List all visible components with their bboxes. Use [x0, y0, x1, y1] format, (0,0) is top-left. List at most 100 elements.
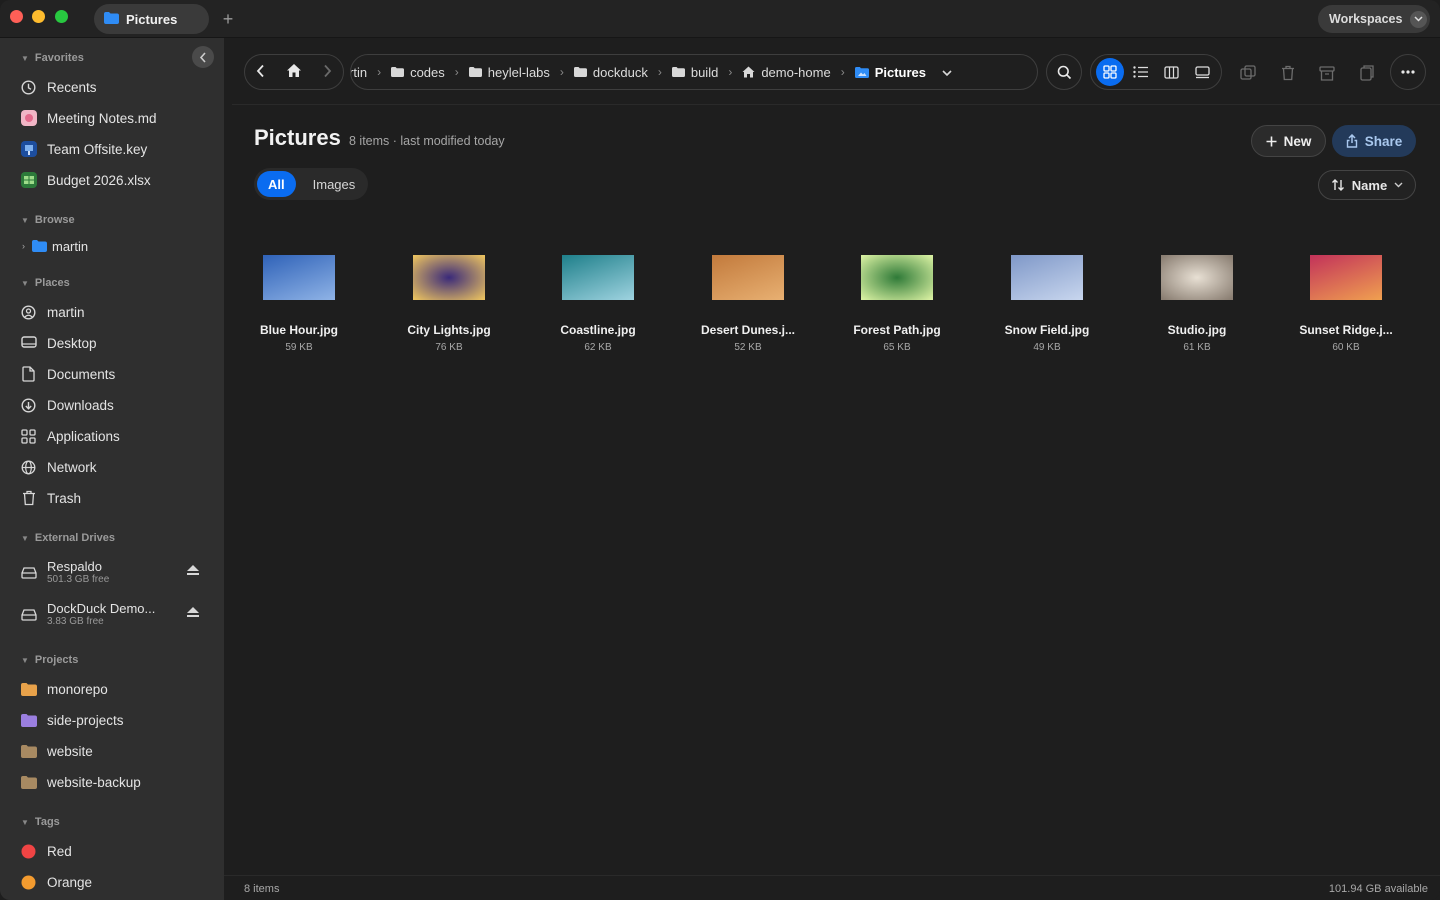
file-item[interactable]: Blue Hour.jpg 59 KB — [237, 248, 361, 368]
section-favorites[interactable]: ▼ Favorites — [21, 52, 84, 64]
collapse-sidebar-button[interactable] — [192, 46, 214, 68]
breadcrumb-item[interactable]: heylel-labs — [468, 64, 550, 80]
keynote-file-icon — [20, 141, 37, 158]
section-title: Browse — [34, 214, 75, 226]
duplicate-icon[interactable] — [1239, 64, 1257, 82]
section-external-drives[interactable]: ▼ External Drives — [21, 532, 115, 544]
icon-view-button[interactable] — [1095, 58, 1124, 86]
copy-path-icon[interactable] — [1358, 64, 1376, 82]
chevron-left-icon — [256, 64, 264, 77]
sidebar-item-budget[interactable]: Budget 2026.xlsx — [20, 167, 215, 193]
file-item[interactable]: Forest Path.jpg 65 KB — [835, 248, 959, 368]
back-button[interactable] — [256, 64, 265, 81]
clock-icon — [20, 79, 37, 96]
sidebar-item-label: Orange — [47, 874, 93, 890]
sidebar-item-applications[interactable]: Applications — [20, 423, 215, 449]
sidebar-item-drive-respaldo[interactable]: Respaldo 501.3 GB free — [20, 558, 215, 588]
workspaces-button[interactable]: Workspaces — [1318, 5, 1430, 33]
file-name: Coastline.jpg — [560, 323, 636, 337]
filter-images[interactable]: Images — [302, 171, 367, 197]
share-button[interactable]: Share — [1332, 125, 1416, 157]
view-mode-switcher — [1090, 54, 1222, 90]
file-size: 52 KB — [734, 342, 762, 353]
file-item[interactable]: Snow Field.jpg 49 KB — [985, 248, 1109, 368]
eject-icon[interactable] — [187, 606, 199, 621]
sidebar-item-label: Network — [47, 459, 97, 475]
breadcrumb-label: build — [690, 64, 719, 80]
sidebar-item-meeting-notes[interactable]: Meeting Notes.md — [20, 105, 215, 131]
chevron-right-icon: › — [840, 65, 845, 79]
sidebar-item-label: martin — [52, 238, 89, 254]
sidebar-item-tag-red[interactable]: Red — [20, 838, 215, 864]
breadcrumb-item[interactable]: build — [671, 64, 719, 80]
breadcrumb-item[interactable]: codes — [391, 65, 445, 80]
image-thumbnail — [1310, 255, 1382, 300]
sidebar-item-martin[interactable]: martin — [20, 299, 215, 325]
eject-icon[interactable] — [187, 564, 199, 579]
search-button[interactable] — [1046, 54, 1082, 90]
image-thumbnail — [861, 255, 933, 300]
page-title: Pictures — [254, 125, 341, 150]
folder-icon — [671, 67, 685, 77]
sidebar-item-team-offsite[interactable]: Team Offsite.key — [20, 136, 215, 162]
section-places[interactable]: ▼ Places — [21, 277, 70, 289]
file-item[interactable]: Studio.jpg 61 KB — [1135, 248, 1259, 368]
list-view-button[interactable] — [1127, 58, 1155, 86]
delete-icon[interactable] — [1279, 64, 1297, 82]
image-thumbnail — [263, 255, 335, 300]
archive-icon[interactable] — [1318, 64, 1336, 82]
sidebar-item-browse-martin[interactable]: › martin — [22, 233, 217, 259]
breadcrumb-label: heylel-labs — [487, 64, 550, 80]
more-options-button[interactable] — [1390, 54, 1426, 90]
gallery-view-button[interactable] — [1189, 58, 1217, 86]
sidebar-item-side-projects[interactable]: side-projects — [20, 707, 215, 733]
section-projects[interactable]: ▼ Projects — [21, 654, 78, 666]
minimize-window-button[interactable] — [32, 10, 45, 23]
sidebar: ▼ Favorites Recents Meeting Notes.md Tea… — [0, 38, 224, 900]
chevron-down-icon: ▼ — [21, 215, 29, 225]
sidebar-item-label: Budget 2026.xlsx — [47, 172, 151, 188]
sidebar-item-documents[interactable]: Documents — [20, 361, 215, 387]
home-button[interactable] — [286, 63, 302, 81]
new-button[interactable]: New — [1251, 125, 1326, 157]
breadcrumb-item[interactable]: rtin — [351, 65, 367, 80]
breadcrumb-item[interactable]: demo-home — [742, 65, 831, 80]
section-tags[interactable]: ▼ Tags — [21, 816, 60, 828]
sidebar-item-drive-dockduck[interactable]: DockDuck Demo... 3.83 GB free — [20, 600, 215, 630]
file-item[interactable]: City Lights.jpg 76 KB — [387, 248, 511, 368]
sidebar-item-network[interactable]: Network — [20, 454, 215, 480]
chevron-down-icon: ▼ — [21, 817, 29, 827]
sidebar-item-website-backup[interactable]: website-backup — [20, 769, 215, 795]
sidebar-item-tag-orange[interactable]: Orange — [20, 869, 215, 895]
drive-name: Respaldo — [47, 559, 102, 574]
sidebar-item-website[interactable]: website — [20, 738, 215, 764]
sidebar-item-desktop[interactable]: Desktop — [20, 330, 215, 356]
sidebar-item-trash[interactable]: Trash — [20, 485, 215, 511]
breadcrumb-dropdown[interactable] — [942, 65, 952, 80]
filter-all[interactable]: All — [257, 171, 296, 197]
sidebar-item-label: Meeting Notes.md — [47, 110, 157, 126]
sidebar-item-downloads[interactable]: Downloads — [20, 392, 215, 418]
zoom-window-button[interactable] — [55, 10, 68, 23]
drive-name: DockDuck Demo... — [47, 601, 156, 616]
chevron-right-icon: › — [22, 241, 25, 251]
sidebar-item-recents[interactable]: Recents — [20, 74, 215, 100]
image-thumbnail — [413, 255, 485, 300]
file-item[interactable]: Coastline.jpg 62 KB — [536, 248, 660, 368]
breadcrumb-item-current[interactable]: Pictures — [854, 65, 926, 80]
sidebar-item-label: Desktop — [47, 335, 97, 351]
external-drive-icon — [20, 565, 37, 582]
close-window-button[interactable] — [10, 10, 23, 23]
file-item[interactable]: Desert Dunes.j... 52 KB — [686, 248, 810, 368]
section-browse[interactable]: ▼ Browse — [21, 214, 75, 226]
file-item[interactable]: Sunset Ridge.j... 60 KB — [1284, 248, 1408, 368]
breadcrumb-item[interactable]: dockduck — [573, 65, 648, 80]
file-size: 49 KB — [1033, 342, 1061, 353]
image-thumbnail — [562, 255, 634, 300]
sort-button[interactable]: Name — [1318, 170, 1416, 200]
sidebar-item-monorepo[interactable]: monorepo — [20, 676, 215, 702]
forward-button[interactable] — [323, 64, 332, 81]
column-view-button[interactable] — [1158, 58, 1186, 86]
new-tab-button[interactable]: + — [219, 8, 237, 30]
tab-pictures[interactable]: Pictures — [94, 4, 209, 34]
